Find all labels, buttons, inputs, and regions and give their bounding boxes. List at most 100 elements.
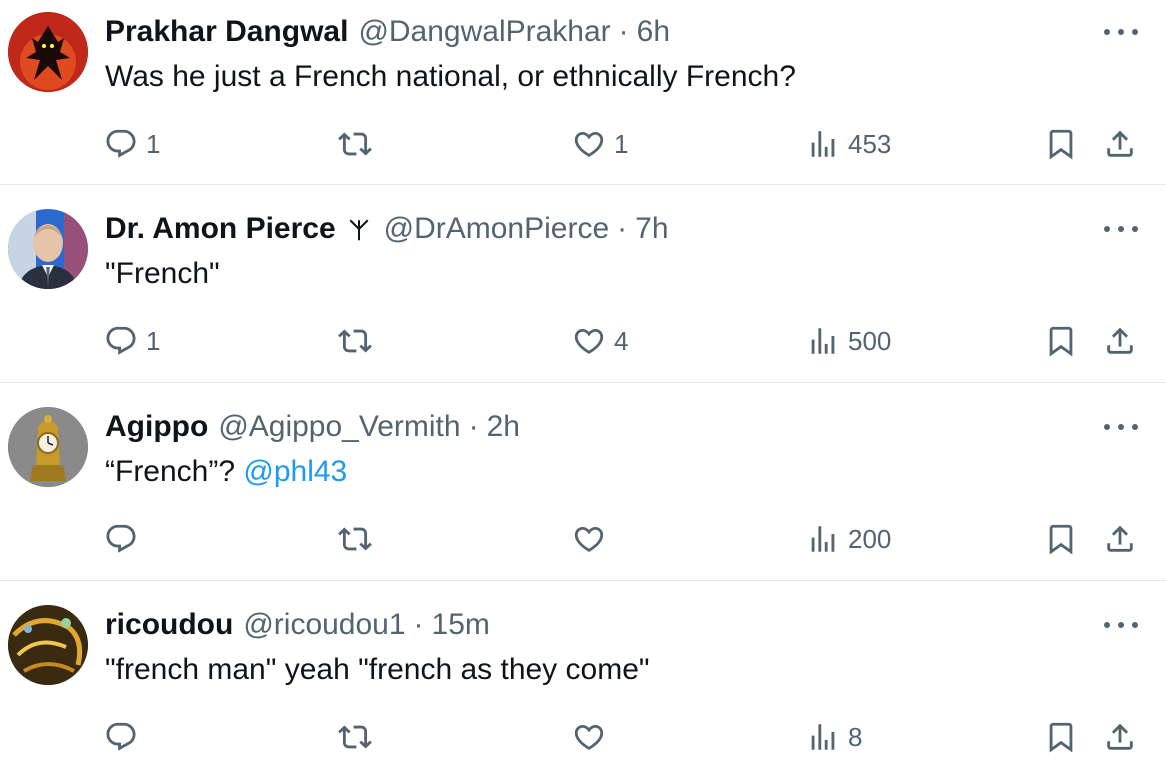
share-icon <box>1107 525 1133 552</box>
share-button[interactable] <box>1103 519 1137 559</box>
separator-dot: · <box>413 608 424 641</box>
share-icon <box>1107 327 1133 354</box>
display-name[interactable]: Agippo <box>105 409 208 445</box>
tweet-text-content: Was he just a French national, or ethnic… <box>105 60 796 93</box>
avatar[interactable] <box>8 209 88 289</box>
tweet[interactable]: Dr. Amon Pierce @DrAmonPierce · 7h "Fren… <box>0 185 1166 383</box>
rune-algiz-icon <box>349 219 369 241</box>
like-button[interactable]: 1 <box>572 124 628 164</box>
like-count: 4 <box>614 325 629 356</box>
tweet[interactable]: Prakhar Dangwal @DangwalPrakhar · 6h Was… <box>0 0 1166 185</box>
reply-count: 1 <box>146 128 161 159</box>
tweet-text-content: "french man" yeah "french as they come" <box>105 653 650 686</box>
share-button[interactable] <box>1103 124 1137 164</box>
user-handle[interactable]: @ricoudou1 <box>243 607 405 643</box>
views-button[interactable]: 500 <box>806 321 891 361</box>
view-count: 453 <box>848 128 892 159</box>
timestamp[interactable]: 6h <box>637 14 670 50</box>
reply-icon <box>106 129 136 158</box>
view-count: 500 <box>848 325 892 356</box>
tweet-text-content: “French”? <box>105 455 244 488</box>
share-button[interactable] <box>1103 717 1137 757</box>
timestamp[interactable]: 2h <box>487 409 520 445</box>
user-handle[interactable]: @Agippo_Vermith <box>218 409 460 445</box>
golden-clock-avatar-icon <box>8 407 88 487</box>
reply-icon <box>106 524 136 553</box>
heart-icon <box>574 724 604 750</box>
share-icon <box>1107 130 1133 157</box>
bookmark-button[interactable] <box>1044 519 1078 559</box>
bookmark-button[interactable] <box>1044 717 1078 757</box>
display-name[interactable]: ricoudou <box>105 607 233 643</box>
separator-dot: · <box>617 212 628 245</box>
action-bar: 1 4 500 <box>0 321 1166 361</box>
avatar[interactable] <box>8 12 88 92</box>
retweet-button[interactable] <box>338 519 380 559</box>
more-options-icon[interactable] <box>1104 219 1138 239</box>
action-bar: 8 <box>0 717 1166 757</box>
reply-button[interactable]: 1 <box>104 124 160 164</box>
views-chart-icon <box>811 724 835 750</box>
like-button[interactable] <box>572 717 614 757</box>
reply-count: 1 <box>146 325 161 356</box>
man-in-suit-avatar-icon <box>8 209 88 289</box>
like-count: 1 <box>614 128 629 159</box>
like-button[interactable]: 4 <box>572 321 628 361</box>
bookmark-icon <box>1049 524 1073 555</box>
avatar[interactable] <box>8 407 88 487</box>
like-button[interactable] <box>572 519 614 559</box>
timestamp[interactable]: 15m <box>432 607 490 643</box>
share-button[interactable] <box>1103 321 1137 361</box>
tweet[interactable]: ricoudou @ricoudou1 · 15m "french man" y… <box>0 581 1166 779</box>
mention-link[interactable]: @phl43 <box>243 455 347 488</box>
retweet-button[interactable] <box>338 717 380 757</box>
separator-dot: · <box>468 410 479 443</box>
bookmark-icon <box>1049 722 1073 753</box>
golden-abstract-avatar-icon <box>8 605 88 685</box>
action-bar: 200 <box>0 519 1166 559</box>
tweet-header: ricoudou @ricoudou1 · 15m <box>105 607 490 643</box>
more-options-icon[interactable] <box>1104 417 1138 437</box>
bookmark-button[interactable] <box>1044 321 1078 361</box>
retweet-icon <box>338 527 372 551</box>
retweet-icon <box>338 725 372 749</box>
tweet-header: Prakhar Dangwal @DangwalPrakhar · 6h <box>105 14 670 50</box>
reply-button[interactable] <box>104 519 146 559</box>
reply-button[interactable]: 1 <box>104 321 160 361</box>
avatar[interactable] <box>8 605 88 685</box>
reply-feed: Prakhar Dangwal @DangwalPrakhar · 6h Was… <box>0 0 1166 771</box>
heart-icon <box>574 526 604 552</box>
timestamp[interactable]: 7h <box>635 211 668 247</box>
views-button[interactable]: 200 <box>806 519 891 559</box>
tweet-text: “French”? @phl43 <box>105 453 347 491</box>
tweet[interactable]: Agippo @Agippo_Vermith · 2h “French”? @p… <box>0 383 1166 581</box>
view-count: 8 <box>848 721 863 752</box>
views-button[interactable]: 8 <box>806 717 862 757</box>
reply-button[interactable] <box>104 717 146 757</box>
tweet-text-content: "French" <box>105 257 220 290</box>
tweet-text: Was he just a French national, or ethnic… <box>105 58 796 96</box>
reply-icon <box>106 326 136 355</box>
retweet-button[interactable] <box>338 124 380 164</box>
tweet-text: "French" <box>105 255 220 293</box>
bookmark-icon <box>1049 326 1073 357</box>
bookmark-icon <box>1049 129 1073 160</box>
user-handle[interactable]: @DrAmonPierce <box>384 211 610 247</box>
view-count: 200 <box>848 523 892 554</box>
tweet-text: "french man" yeah "french as they come" <box>105 651 650 689</box>
views-chart-icon <box>811 526 835 552</box>
more-options-icon[interactable] <box>1104 22 1138 42</box>
share-icon <box>1107 723 1133 750</box>
display-name[interactable]: Dr. Amon Pierce <box>105 211 336 247</box>
heart-icon <box>574 328 604 354</box>
tweet-header: Dr. Amon Pierce @DrAmonPierce · 7h <box>105 211 669 247</box>
bookmark-button[interactable] <box>1044 124 1078 164</box>
user-handle[interactable]: @DangwalPrakhar <box>358 14 610 50</box>
retweet-button[interactable] <box>338 321 380 361</box>
views-button[interactable]: 453 <box>806 124 891 164</box>
separator-dot: · <box>618 15 629 48</box>
reply-icon <box>106 722 136 751</box>
display-name[interactable]: Prakhar Dangwal <box>105 14 348 50</box>
views-chart-icon <box>811 328 835 354</box>
more-options-icon[interactable] <box>1104 615 1138 635</box>
